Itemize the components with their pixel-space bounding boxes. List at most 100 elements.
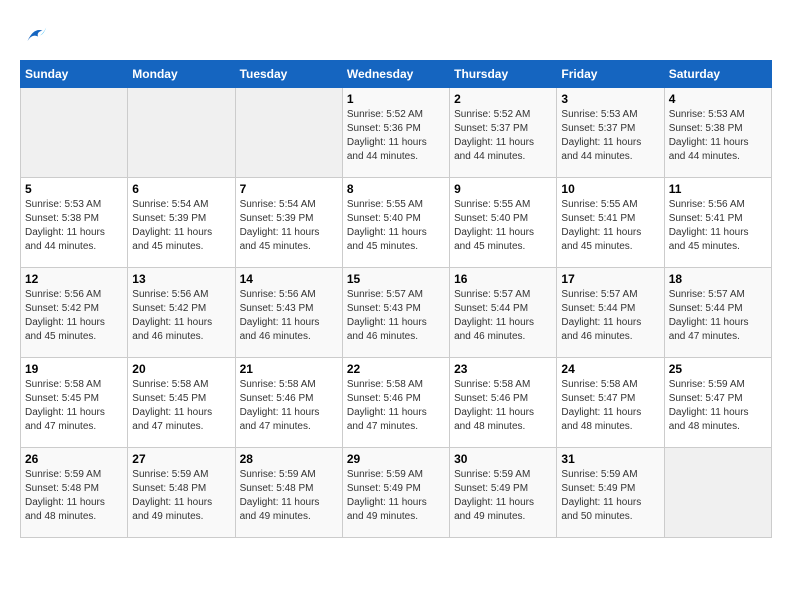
calendar-cell [235, 88, 342, 178]
calendar-table: SundayMondayTuesdayWednesdayThursdayFrid… [20, 60, 772, 538]
calendar-cell: 2 Sunrise: 5:52 AMSunset: 5:37 PMDaylight… [450, 88, 557, 178]
day-info: Sunrise: 5:59 AMSunset: 5:48 PMDaylight:… [132, 468, 230, 524]
calendar-cell: 15 Sunrise: 5:57 AMSunset: 5:43 PMDayligh… [342, 268, 449, 358]
calendar-week-row: 1Sunrise: 5:52 AMSunset: 5:36 PMDaylight… [21, 88, 772, 178]
day-number: 27 [132, 452, 230, 466]
calendar-week-row: 12 Sunrise: 5:56 AMSunset: 5:42 PMDayligh… [21, 268, 772, 358]
day-number: 18 [669, 272, 767, 286]
calendar-cell: 8 Sunrise: 5:55 AMSunset: 5:40 PMDaylight… [342, 178, 449, 268]
day-number: 1 [347, 92, 445, 106]
day-info: Sunrise: 5:57 AMSunset: 5:43 PMDaylight:… [347, 288, 445, 344]
header-monday: Monday [128, 61, 235, 88]
calendar-cell: 31Sunrise: 5:59 AMSunset: 5:49 PMDayligh… [557, 448, 664, 538]
day-info: Sunrise: 5:55 AMSunset: 5:40 PMDaylight:… [454, 198, 552, 254]
day-number: 9 [454, 182, 552, 196]
day-number: 4 [669, 92, 767, 106]
day-number: 6 [132, 182, 230, 196]
calendar-cell: 26 Sunrise: 5:59 AMSunset: 5:48 PMDayligh… [21, 448, 128, 538]
day-number: 15 [347, 272, 445, 286]
calendar-cell: 1Sunrise: 5:52 AMSunset: 5:36 PMDaylight… [342, 88, 449, 178]
calendar-cell [128, 88, 235, 178]
calendar-week-row: 26 Sunrise: 5:59 AMSunset: 5:48 PMDayligh… [21, 448, 772, 538]
calendar-cell [664, 448, 771, 538]
day-info: Sunrise: 5:56 AMSunset: 5:43 PMDaylight:… [240, 288, 338, 344]
day-number: 25 [669, 362, 767, 376]
calendar-cell: 22 Sunrise: 5:58 AMSunset: 5:46 PMDayligh… [342, 358, 449, 448]
logo [20, 20, 54, 50]
day-info: Sunrise: 5:58 AMSunset: 5:47 PMDaylight:… [561, 378, 659, 434]
day-number: 12 [25, 272, 123, 286]
header-wednesday: Wednesday [342, 61, 449, 88]
day-number: 30 [454, 452, 552, 466]
day-number: 13 [132, 272, 230, 286]
day-number: 17 [561, 272, 659, 286]
header [20, 20, 772, 50]
calendar-cell [21, 88, 128, 178]
day-number: 28 [240, 452, 338, 466]
calendar-cell: 14 Sunrise: 5:56 AMSunset: 5:43 PMDayligh… [235, 268, 342, 358]
day-info: Sunrise: 5:53 AMSunset: 5:38 PMDaylight:… [25, 198, 123, 254]
day-number: 2 [454, 92, 552, 106]
day-info: Sunrise: 5:57 AMSunset: 5:44 PMDaylight:… [561, 288, 659, 344]
calendar-cell: 23 Sunrise: 5:58 AMSunset: 5:46 PMDayligh… [450, 358, 557, 448]
calendar-cell: 12 Sunrise: 5:56 AMSunset: 5:42 PMDayligh… [21, 268, 128, 358]
calendar-cell: 5 Sunrise: 5:53 AMSunset: 5:38 PMDaylight… [21, 178, 128, 268]
header-sunday: Sunday [21, 61, 128, 88]
day-number: 31 [561, 452, 659, 466]
day-info: Sunrise: 5:56 AMSunset: 5:41 PMDaylight:… [669, 198, 767, 254]
day-info: Sunrise: 5:52 AMSunset: 5:37 PMDaylight:… [454, 108, 552, 164]
day-number: 24 [561, 362, 659, 376]
day-info: Sunrise: 5:59 AMSunset: 5:47 PMDaylight:… [669, 378, 767, 434]
day-info: Sunrise: 5:59 AMSunset: 5:48 PMDaylight:… [240, 468, 338, 524]
day-info: Sunrise: 5:58 AMSunset: 5:46 PMDaylight:… [347, 378, 445, 434]
calendar-week-row: 5 Sunrise: 5:53 AMSunset: 5:38 PMDaylight… [21, 178, 772, 268]
calendar-cell: 6Sunrise: 5:54 AMSunset: 5:39 PMDaylight… [128, 178, 235, 268]
calendar-cell: 4Sunrise: 5:53 AMSunset: 5:38 PMDaylight… [664, 88, 771, 178]
day-info: Sunrise: 5:58 AMSunset: 5:45 PMDaylight:… [132, 378, 230, 434]
day-info: Sunrise: 5:55 AMSunset: 5:41 PMDaylight:… [561, 198, 659, 254]
logo-bird-icon [20, 20, 50, 50]
day-number: 11 [669, 182, 767, 196]
day-info: Sunrise: 5:59 AMSunset: 5:48 PMDaylight:… [25, 468, 123, 524]
day-info: Sunrise: 5:57 AMSunset: 5:44 PMDaylight:… [669, 288, 767, 344]
calendar-cell: 19 Sunrise: 5:58 AMSunset: 5:45 PMDayligh… [21, 358, 128, 448]
calendar-cell: 9 Sunrise: 5:55 AMSunset: 5:40 PMDaylight… [450, 178, 557, 268]
calendar-cell: 28 Sunrise: 5:59 AMSunset: 5:48 PMDayligh… [235, 448, 342, 538]
day-number: 26 [25, 452, 123, 466]
day-number: 21 [240, 362, 338, 376]
day-number: 10 [561, 182, 659, 196]
day-number: 22 [347, 362, 445, 376]
day-number: 7 [240, 182, 338, 196]
day-number: 8 [347, 182, 445, 196]
calendar-cell: 16Sunrise: 5:57 AMSunset: 5:44 PMDayligh… [450, 268, 557, 358]
day-number: 29 [347, 452, 445, 466]
day-info: Sunrise: 5:58 AMSunset: 5:46 PMDaylight:… [454, 378, 552, 434]
header-thursday: Thursday [450, 61, 557, 88]
day-info: Sunrise: 5:54 AMSunset: 5:39 PMDaylight:… [240, 198, 338, 254]
day-info: Sunrise: 5:59 AMSunset: 5:49 PMDaylight:… [454, 468, 552, 524]
calendar-week-row: 19 Sunrise: 5:58 AMSunset: 5:45 PMDayligh… [21, 358, 772, 448]
day-info: Sunrise: 5:56 AMSunset: 5:42 PMDaylight:… [25, 288, 123, 344]
day-number: 3 [561, 92, 659, 106]
day-info: Sunrise: 5:53 AMSunset: 5:37 PMDaylight:… [561, 108, 659, 164]
day-number: 5 [25, 182, 123, 196]
day-number: 14 [240, 272, 338, 286]
calendar-cell: 7 Sunrise: 5:54 AMSunset: 5:39 PMDaylight… [235, 178, 342, 268]
calendar-cell: 29Sunrise: 5:59 AMSunset: 5:49 PMDayligh… [342, 448, 449, 538]
calendar-cell: 27 Sunrise: 5:59 AMSunset: 5:48 PMDayligh… [128, 448, 235, 538]
day-info: Sunrise: 5:55 AMSunset: 5:40 PMDaylight:… [347, 198, 445, 254]
day-number: 16 [454, 272, 552, 286]
header-friday: Friday [557, 61, 664, 88]
calendar-header-row: SundayMondayTuesdayWednesdayThursdayFrid… [21, 61, 772, 88]
calendar-cell: 21 Sunrise: 5:58 AMSunset: 5:46 PMDayligh… [235, 358, 342, 448]
day-info: Sunrise: 5:58 AMSunset: 5:45 PMDaylight:… [25, 378, 123, 434]
header-tuesday: Tuesday [235, 61, 342, 88]
day-number: 23 [454, 362, 552, 376]
calendar-cell: 11 Sunrise: 5:56 AMSunset: 5:41 PMDayligh… [664, 178, 771, 268]
header-saturday: Saturday [664, 61, 771, 88]
calendar-cell: 17 Sunrise: 5:57 AMSunset: 5:44 PMDayligh… [557, 268, 664, 358]
day-info: Sunrise: 5:58 AMSunset: 5:46 PMDaylight:… [240, 378, 338, 434]
calendar-cell: 30 Sunrise: 5:59 AMSunset: 5:49 PMDayligh… [450, 448, 557, 538]
day-number: 19 [25, 362, 123, 376]
calendar-cell: 25 Sunrise: 5:59 AMSunset: 5:47 PMDayligh… [664, 358, 771, 448]
